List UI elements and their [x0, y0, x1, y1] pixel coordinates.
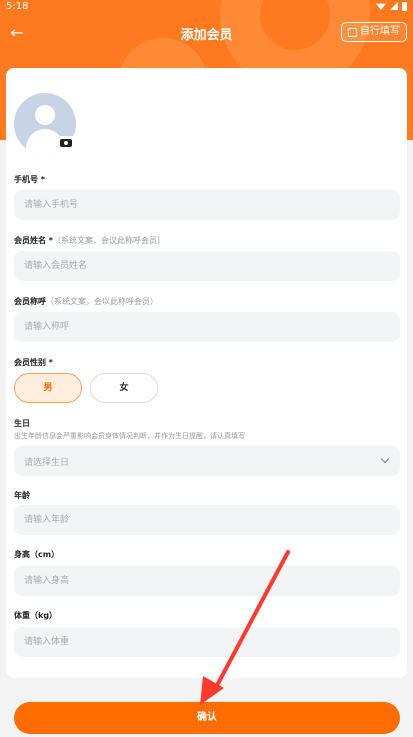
birthday-select[interactable]: 请选择生日 — [14, 446, 400, 476]
nickname-input[interactable] — [14, 312, 400, 342]
name-label: 会员姓名 *（系统文案，会议此称呼会员） — [14, 236, 165, 245]
phone-input[interactable] — [14, 190, 400, 220]
phone-label: 手机号 * — [14, 175, 45, 184]
age-input[interactable] — [14, 505, 400, 535]
weight-field[interactable] — [14, 627, 400, 657]
chevron-down-icon — [380, 454, 390, 464]
status-icons — [376, 0, 407, 12]
nickname-label: 会员称呼（系统文案，会以此称呼会员） — [14, 297, 158, 306]
weight-input[interactable] — [14, 627, 400, 657]
name-field[interactable] — [14, 251, 400, 281]
phone-field[interactable] — [14, 190, 400, 220]
arrow-head — [200, 676, 224, 705]
avatar-head-icon — [35, 105, 55, 125]
age-field[interactable] — [14, 505, 400, 535]
height-input[interactable] — [14, 566, 400, 596]
birthday-label: 生日 — [14, 419, 30, 428]
nickname-field[interactable] — [14, 312, 400, 342]
status-time: 5:18 — [6, 1, 29, 12]
name-input[interactable] — [14, 251, 400, 281]
self-fill-label: 自行填写 — [360, 26, 400, 37]
signal-icon — [390, 2, 398, 10]
height-field[interactable] — [14, 566, 400, 596]
camera-button[interactable] — [56, 136, 76, 150]
status-bar: 5:18 — [0, 0, 413, 14]
edit-icon — [348, 27, 357, 37]
age-label: 年龄 — [14, 491, 30, 500]
confirm-button[interactable]: 确认 — [14, 702, 400, 734]
gender-label: 会员性别 * — [14, 358, 53, 367]
self-fill-button[interactable]: 自行填写 — [341, 22, 407, 42]
birthday-sublabel: 出生年龄信息会严重影响会员身体情况判断，并作为生日提醒，请认真填写 — [14, 432, 245, 440]
weight-label: 体重（kg） — [14, 611, 58, 620]
wifi-icon — [376, 3, 386, 10]
gender-option-male[interactable]: 男 — [14, 373, 82, 403]
form-card: 手机号 * 会员姓名 *（系统文案，会议此称呼会员） 会员称呼（系统文案，会以此… — [6, 68, 407, 678]
top-bar: ← 添加会员 自行填写 — [0, 18, 413, 48]
card-top — [6, 68, 407, 92]
battery-icon — [402, 1, 407, 11]
height-label: 身高（cm） — [14, 550, 60, 559]
birthday-placeholder: 请选择生日 — [24, 458, 70, 468]
camera-icon — [60, 139, 72, 147]
gender-option-female[interactable]: 女 — [90, 373, 158, 403]
